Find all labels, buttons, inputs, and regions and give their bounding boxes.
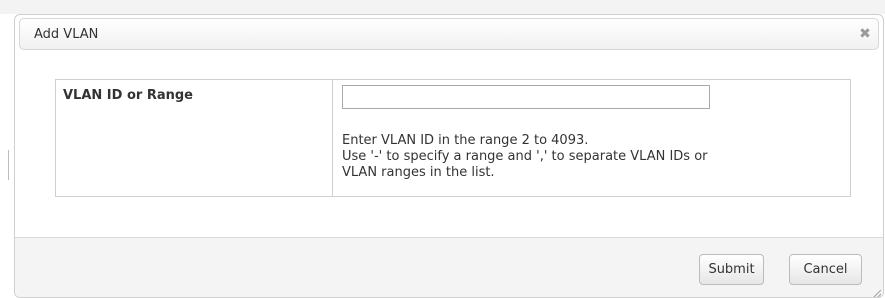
submit-button[interactable]: Submit bbox=[699, 254, 764, 285]
vlan-id-label: VLAN ID or Range bbox=[56, 80, 333, 196]
close-icon[interactable]: ✖ bbox=[856, 25, 874, 43]
cancel-button[interactable]: Cancel bbox=[789, 254, 862, 285]
vlan-id-input[interactable] bbox=[342, 85, 710, 109]
dialog-footer: Submit Cancel bbox=[15, 237, 883, 298]
resize-grip-icon[interactable] bbox=[871, 288, 881, 298]
backdrop-strip bbox=[0, 0, 885, 14]
add-vlan-dialog: Add VLAN ✖ VLAN ID or Range Enter VLAN I… bbox=[14, 14, 884, 298]
dialog-title: Add VLAN bbox=[34, 27, 99, 42]
vlan-id-help-text: Enter VLAN ID in the range 2 to 4093. Us… bbox=[342, 133, 802, 181]
backdrop-edge bbox=[8, 150, 9, 180]
vlan-form-table: VLAN ID or Range Enter VLAN ID in the ra… bbox=[55, 79, 851, 197]
help-line: Use '-' to specify a range and ',' to se… bbox=[342, 149, 708, 164]
dialog-titlebar[interactable]: Add VLAN ✖ bbox=[19, 18, 879, 50]
help-line: Enter VLAN ID in the range 2 to 4093. bbox=[342, 133, 589, 148]
vlan-id-field-cell: Enter VLAN ID in the range 2 to 4093. Us… bbox=[333, 80, 850, 196]
help-line: VLAN ranges in the list. bbox=[342, 165, 495, 180]
